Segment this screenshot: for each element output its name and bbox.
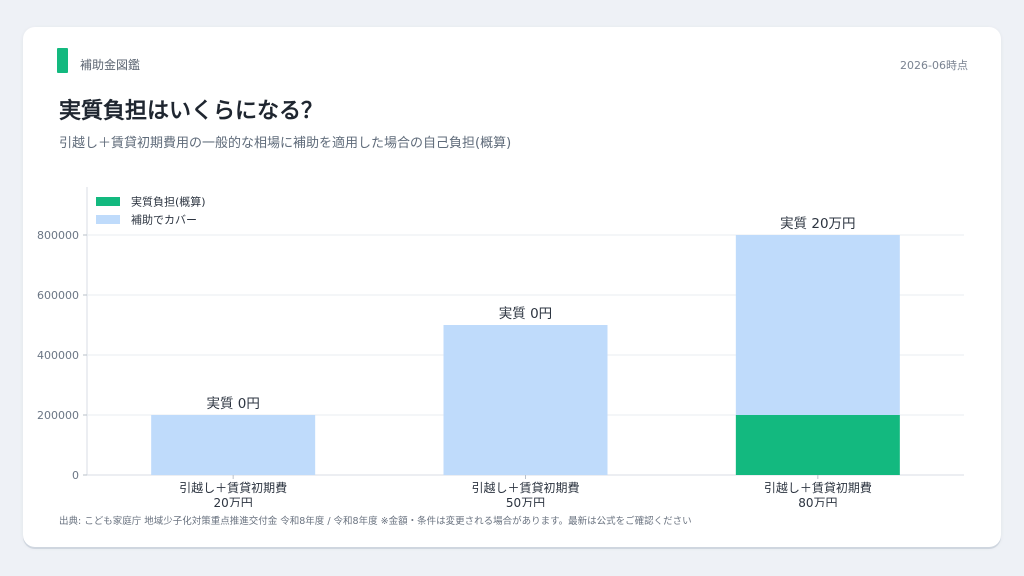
legend-swatch xyxy=(96,215,120,224)
x-tick-label: 引越し＋賃貸初期費 xyxy=(764,480,872,495)
chart-card: 補助金図鑑 2026-06時点 実質負担はいくらになる？ 引越し＋賃貸初期費用の… xyxy=(23,27,1001,547)
bar-segment xyxy=(151,415,316,475)
legend-label: 実質負担(概算) xyxy=(131,195,206,209)
y-tick-label: 400000 xyxy=(37,349,79,362)
bar-segment xyxy=(443,325,608,475)
x-tick-label: 引越し＋賃貸初期費 xyxy=(471,480,579,495)
bar-data-label: 実質 0円 xyxy=(206,396,259,412)
bar-data-label: 実質 20万円 xyxy=(780,216,855,232)
legend-swatch xyxy=(96,197,120,206)
bar-segment xyxy=(735,415,900,475)
x-tick-label: 50万円 xyxy=(506,496,545,507)
legend-label: 補助でカバー xyxy=(131,213,197,227)
x-tick-label: 80万円 xyxy=(798,496,837,507)
x-tick-label: 引越し＋賃貸初期費 xyxy=(179,480,287,495)
y-tick-label: 600000 xyxy=(37,289,79,302)
y-tick-label: 200000 xyxy=(37,409,79,422)
bar-segment xyxy=(735,235,900,415)
stacked-bar-chart: 0200000400000600000800000実質 0円引越し＋賃貸初期費2… xyxy=(37,187,964,507)
x-tick-label: 20万円 xyxy=(214,496,253,507)
bar-data-label: 実質 0円 xyxy=(499,306,552,322)
source-note: 出典: こども家庭庁 地域少子化対策重点推進交付金 令和8年度 / 令和8年度 … xyxy=(59,516,692,527)
y-tick-label: 0 xyxy=(72,469,79,482)
y-tick-label: 800000 xyxy=(37,229,79,242)
